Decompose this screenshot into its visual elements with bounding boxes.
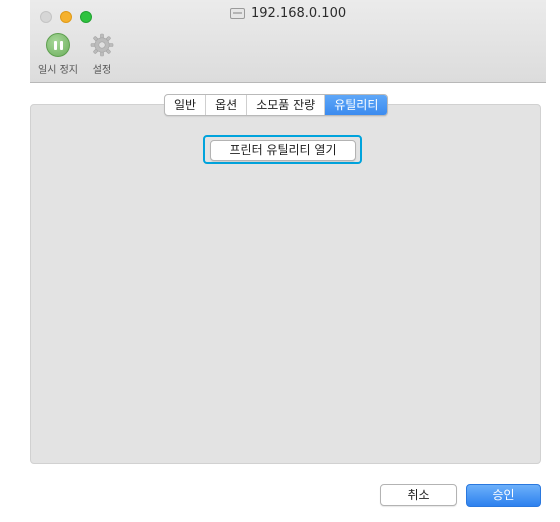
- open-printer-utility-button[interactable]: 프린터 유틸리티 열기: [210, 140, 356, 161]
- tab-options[interactable]: 옵션: [206, 95, 248, 115]
- tab-utility[interactable]: 유틸리티: [325, 95, 388, 115]
- pause-label: 일시 정지: [38, 65, 78, 76]
- settings-button[interactable]: 설정: [82, 33, 122, 76]
- print-queue-dialog: 192.168.0.100 일시 정지 설정 일반 옵션 소모품 잔량 유틸리티…: [0, 0, 560, 522]
- tab-general[interactable]: 일반: [165, 95, 207, 115]
- cancel-button[interactable]: 취소: [380, 484, 457, 506]
- printer-icon: [230, 8, 245, 19]
- settings-label: 설정: [92, 65, 112, 76]
- gear-icon: [90, 33, 114, 57]
- tab-bar: 일반 옵션 소모품 잔량 유틸리티: [164, 94, 389, 116]
- close-window-button[interactable]: [40, 11, 52, 23]
- window-title-text: 192.168.0.100: [251, 6, 347, 21]
- pause-icon: [46, 33, 70, 57]
- window-toolbar: 192.168.0.100 일시 정지 설정: [30, 0, 546, 83]
- approve-button[interactable]: 승인: [466, 484, 541, 507]
- zoom-window-button[interactable]: [80, 11, 92, 23]
- tab-supply-levels[interactable]: 소모품 잔량: [247, 95, 326, 115]
- minimize-window-button[interactable]: [60, 11, 72, 23]
- pause-button[interactable]: 일시 정지: [38, 33, 78, 76]
- window-title: 192.168.0.100: [230, 6, 346, 21]
